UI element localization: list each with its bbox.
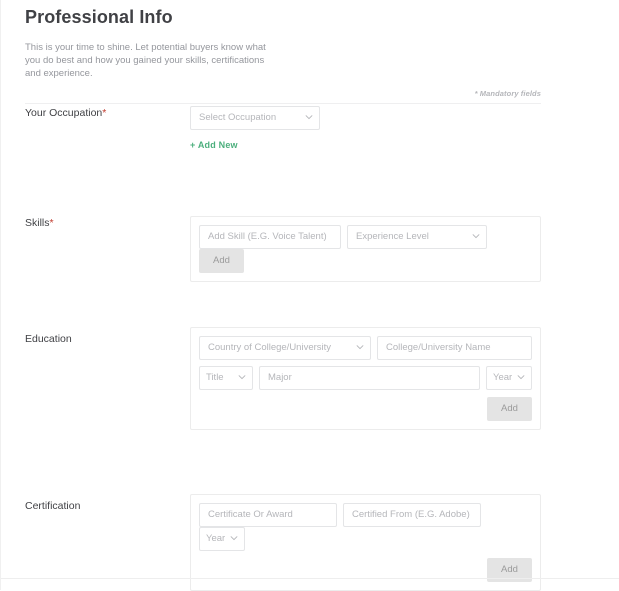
education-year-select[interactable]: Year [486, 366, 532, 390]
add-skill-button[interactable]: Add [199, 249, 244, 273]
skills-field-group: Add Skill (E.G. Voice Talent) Experience… [190, 216, 541, 282]
chevron-down-icon [356, 343, 364, 350]
chevron-down-icon [238, 373, 246, 380]
education-country-select[interactable]: Country of College/University [199, 336, 371, 360]
skills-label-text: Skills [25, 217, 50, 229]
occupation-label-text: Your Occupation [25, 107, 103, 119]
chevron-down-icon [305, 113, 313, 120]
skills-input-line: Add Skill (E.G. Voice Talent) Experience… [199, 225, 532, 273]
occupation-field-group: Select Occupation + Add New [190, 106, 320, 153]
chevron-down-icon [230, 534, 238, 541]
education-line-2: Title Major Year [199, 366, 532, 390]
experience-level-select[interactable]: Experience Level [347, 225, 487, 249]
education-box: Country of College/University College/Un… [190, 327, 541, 430]
occupation-select[interactable]: Select Occupation [190, 106, 320, 130]
professional-info-page: Professional Info This is your time to s… [0, 0, 619, 591]
education-country-value: Country of College/University [208, 342, 332, 353]
occupation-label: Your Occupation* [25, 106, 175, 120]
education-label-text: Education [25, 333, 72, 345]
skills-box: Add Skill (E.G. Voice Talent) Experience… [190, 216, 541, 282]
education-major-input[interactable]: Major [259, 366, 480, 390]
education-field-group: Country of College/University College/Un… [190, 327, 541, 430]
footer-divider [1, 578, 619, 579]
occupation-required-asterisk: * [102, 107, 107, 119]
certified-from-placeholder: Certified From (E.G. Adobe) [352, 509, 470, 520]
skill-name-placeholder: Add Skill (E.G. Voice Talent) [208, 231, 327, 242]
certificate-name-input[interactable]: Certificate Or Award [199, 503, 337, 527]
certification-label: Certification [25, 499, 175, 513]
skills-required-asterisk: * [49, 217, 54, 229]
page-title: Professional Info [25, 7, 173, 27]
certification-year-value: Year [206, 533, 226, 544]
education-title-value: Title [206, 372, 224, 383]
chevron-down-icon [517, 373, 525, 380]
occupation-select-value: Select Occupation [199, 112, 277, 123]
certification-line-1: Certificate Or Award Certified From (E.G… [199, 503, 532, 551]
page-description: This is your time to shine. Let potentia… [25, 42, 266, 79]
certified-from-input[interactable]: Certified From (E.G. Adobe) [343, 503, 481, 527]
education-label: Education [25, 332, 175, 346]
education-line-1: Country of College/University College/Un… [199, 336, 532, 360]
education-button-row: Add [199, 390, 532, 421]
certification-label-text: Certification [25, 500, 81, 512]
certificate-name-placeholder: Certificate Or Award [208, 509, 293, 520]
add-new-occupation-link[interactable]: + Add New [190, 140, 238, 150]
certification-field-group: Certificate Or Award Certified From (E.G… [190, 494, 541, 591]
education-college-name-placeholder: College/University Name [386, 342, 491, 353]
education-college-name-input[interactable]: College/University Name [377, 336, 532, 360]
certification-year-select[interactable]: Year [199, 527, 245, 551]
education-title-select[interactable]: Title [199, 366, 253, 390]
education-major-placeholder: Major [268, 372, 292, 383]
chevron-down-icon [472, 232, 480, 239]
mandatory-fields-note: * Mandatory fields [474, 89, 541, 98]
add-education-button[interactable]: Add [487, 397, 532, 421]
occupation-add-new-wrap: + Add New [190, 130, 320, 153]
experience-level-value: Experience Level [356, 231, 429, 242]
certification-box: Certificate Or Award Certified From (E.G… [190, 494, 541, 591]
page-content: Professional Info This is your time to s… [25, 0, 541, 104]
skills-label: Skills* [25, 216, 175, 230]
education-year-value: Year [493, 372, 513, 383]
skill-name-input[interactable]: Add Skill (E.G. Voice Talent) [199, 225, 341, 249]
header-divider [25, 103, 541, 104]
